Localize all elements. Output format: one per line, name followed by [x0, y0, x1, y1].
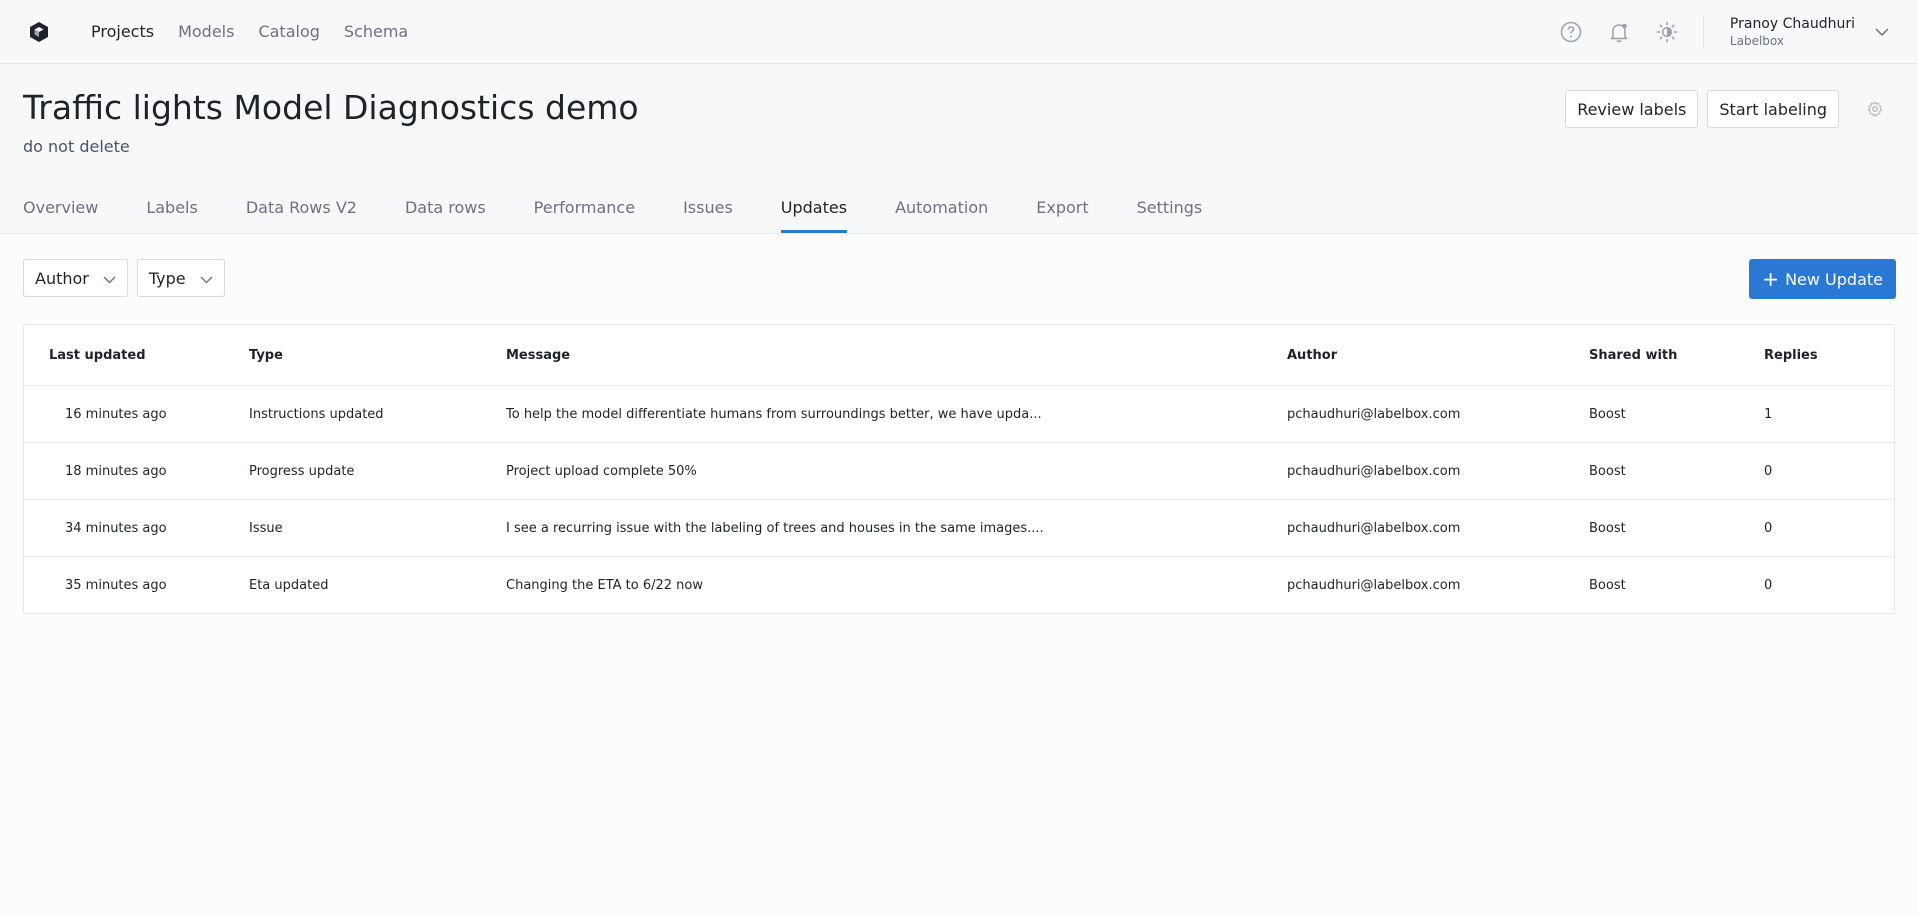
theme-toggle-icon[interactable] [1655, 20, 1679, 44]
tab-data-rows-v2[interactable]: Data Rows V2 [246, 198, 357, 233]
cell-replies: 0 [1764, 577, 1773, 593]
cell-last-updated: 35 minutes ago [65, 577, 167, 593]
tab-overview[interactable]: Overview [23, 198, 98, 233]
chevron-down-icon [103, 269, 116, 288]
tab-data-rows[interactable]: Data rows [405, 198, 486, 233]
table-row[interactable]: 34 minutes ago Issue I see a recurring i… [24, 499, 1894, 556]
tab-updates[interactable]: Updates [780, 198, 848, 233]
top-bar: Projects Models Catalog Schema Pranoy Ch… [0, 0, 1918, 64]
review-labels-button[interactable]: Review labels [1565, 90, 1699, 128]
filters: Author Type [23, 259, 225, 297]
cell-type: Instructions updated [249, 406, 384, 422]
labelbox-logo-icon[interactable] [23, 16, 55, 48]
start-labeling-button[interactable]: Start labeling [1707, 90, 1839, 128]
nav-models[interactable]: Models [178, 22, 234, 41]
table-row[interactable]: 16 minutes ago Instructions updated To h… [24, 385, 1894, 442]
type-filter-label: Type [148, 268, 186, 288]
page-title: Traffic lights Model Diagnostics demo [23, 88, 639, 127]
header-shared-with[interactable]: Shared with [1589, 348, 1764, 363]
tab-issues[interactable]: Issues [683, 198, 733, 233]
cell-shared-with: Boost [1589, 577, 1626, 593]
cell-replies: 0 [1764, 520, 1773, 536]
cell-message: Changing the ETA to 6/22 now [506, 577, 703, 593]
notification-bell-icon[interactable] [1607, 20, 1631, 44]
cell-message: To help the model differentiate humans f… [506, 406, 1042, 422]
nav-catalog[interactable]: Catalog [258, 22, 319, 41]
chevron-down-icon[interactable] [1875, 22, 1889, 41]
tab-export[interactable]: Export [1036, 198, 1088, 233]
cell-type: Progress update [249, 463, 355, 479]
table-header: Last updated Type Message Author Shared … [24, 325, 1894, 385]
project-header: Traffic lights Model Diagnostics demo do… [0, 64, 1918, 234]
chevron-down-icon [200, 269, 213, 288]
user-org: Labelbox [1729, 33, 1784, 48]
new-update-label: New Update [1785, 269, 1883, 289]
tab-labels[interactable]: Labels [146, 198, 198, 233]
help-icon[interactable] [1559, 20, 1583, 44]
cell-replies: 1 [1764, 406, 1773, 422]
gear-icon[interactable] [1856, 90, 1894, 128]
project-tabs: Overview Labels Data Rows V2 Data rows P… [23, 198, 1202, 233]
cell-shared-with: Boost [1589, 520, 1626, 536]
cell-last-updated: 18 minutes ago [65, 463, 167, 479]
author-filter[interactable]: Author [23, 259, 128, 297]
cell-type: Issue [249, 520, 283, 536]
table-row[interactable]: 18 minutes ago Progress update Project u… [24, 442, 1894, 499]
cell-type: Eta updated [249, 577, 329, 593]
title-block: Traffic lights Model Diagnostics demo do… [23, 88, 639, 156]
divider [1702, 14, 1704, 49]
user-name: Pranoy Chaudhuri [1729, 15, 1855, 32]
header-author[interactable]: Author [1287, 348, 1589, 363]
nav-projects[interactable]: Projects [91, 22, 154, 41]
cell-author: pchaudhuri@labelbox.com [1287, 577, 1461, 593]
main-nav: Projects Models Catalog Schema [91, 22, 408, 41]
table-row[interactable]: 35 minutes ago Eta updated Changing the … [24, 556, 1894, 613]
header-actions: Review labels Start labeling [1565, 90, 1894, 128]
cell-shared-with: Boost [1589, 463, 1626, 479]
cell-message: I see a recurring issue with the labelin… [506, 520, 1044, 536]
header-type[interactable]: Type [249, 348, 506, 363]
tab-performance[interactable]: Performance [534, 198, 635, 233]
cell-replies: 0 [1764, 463, 1773, 479]
new-update-button[interactable]: + New Update [1749, 259, 1896, 299]
cell-last-updated: 34 minutes ago [65, 520, 167, 536]
updates-table: Last updated Type Message Author Shared … [23, 324, 1895, 614]
user-info: Pranoy Chaudhuri Labelbox [1730, 16, 1855, 48]
user-menu[interactable]: Pranoy Chaudhuri Labelbox [1730, 16, 1895, 48]
header-replies[interactable]: Replies [1764, 348, 1894, 363]
cell-author: pchaudhuri@labelbox.com [1287, 406, 1461, 422]
cell-message: Project upload complete 50% [506, 463, 697, 479]
cell-author: pchaudhuri@labelbox.com [1287, 520, 1461, 536]
nav-schema[interactable]: Schema [344, 22, 408, 41]
cell-shared-with: Boost [1589, 406, 1626, 422]
tab-automation[interactable]: Automation [895, 198, 988, 233]
plus-icon: + [1762, 267, 1780, 291]
top-right-actions: Pranoy Chaudhuri Labelbox [1535, 14, 1895, 49]
header-message[interactable]: Message [506, 348, 1287, 363]
author-filter-label: Author [35, 268, 89, 288]
page-subtitle: do not delete [23, 137, 130, 156]
type-filter[interactable]: Type [136, 259, 225, 297]
cell-author: pchaudhuri@labelbox.com [1287, 463, 1461, 479]
header-last-updated[interactable]: Last updated [24, 348, 249, 363]
tab-settings[interactable]: Settings [1137, 198, 1203, 233]
cell-last-updated: 16 minutes ago [65, 406, 167, 422]
